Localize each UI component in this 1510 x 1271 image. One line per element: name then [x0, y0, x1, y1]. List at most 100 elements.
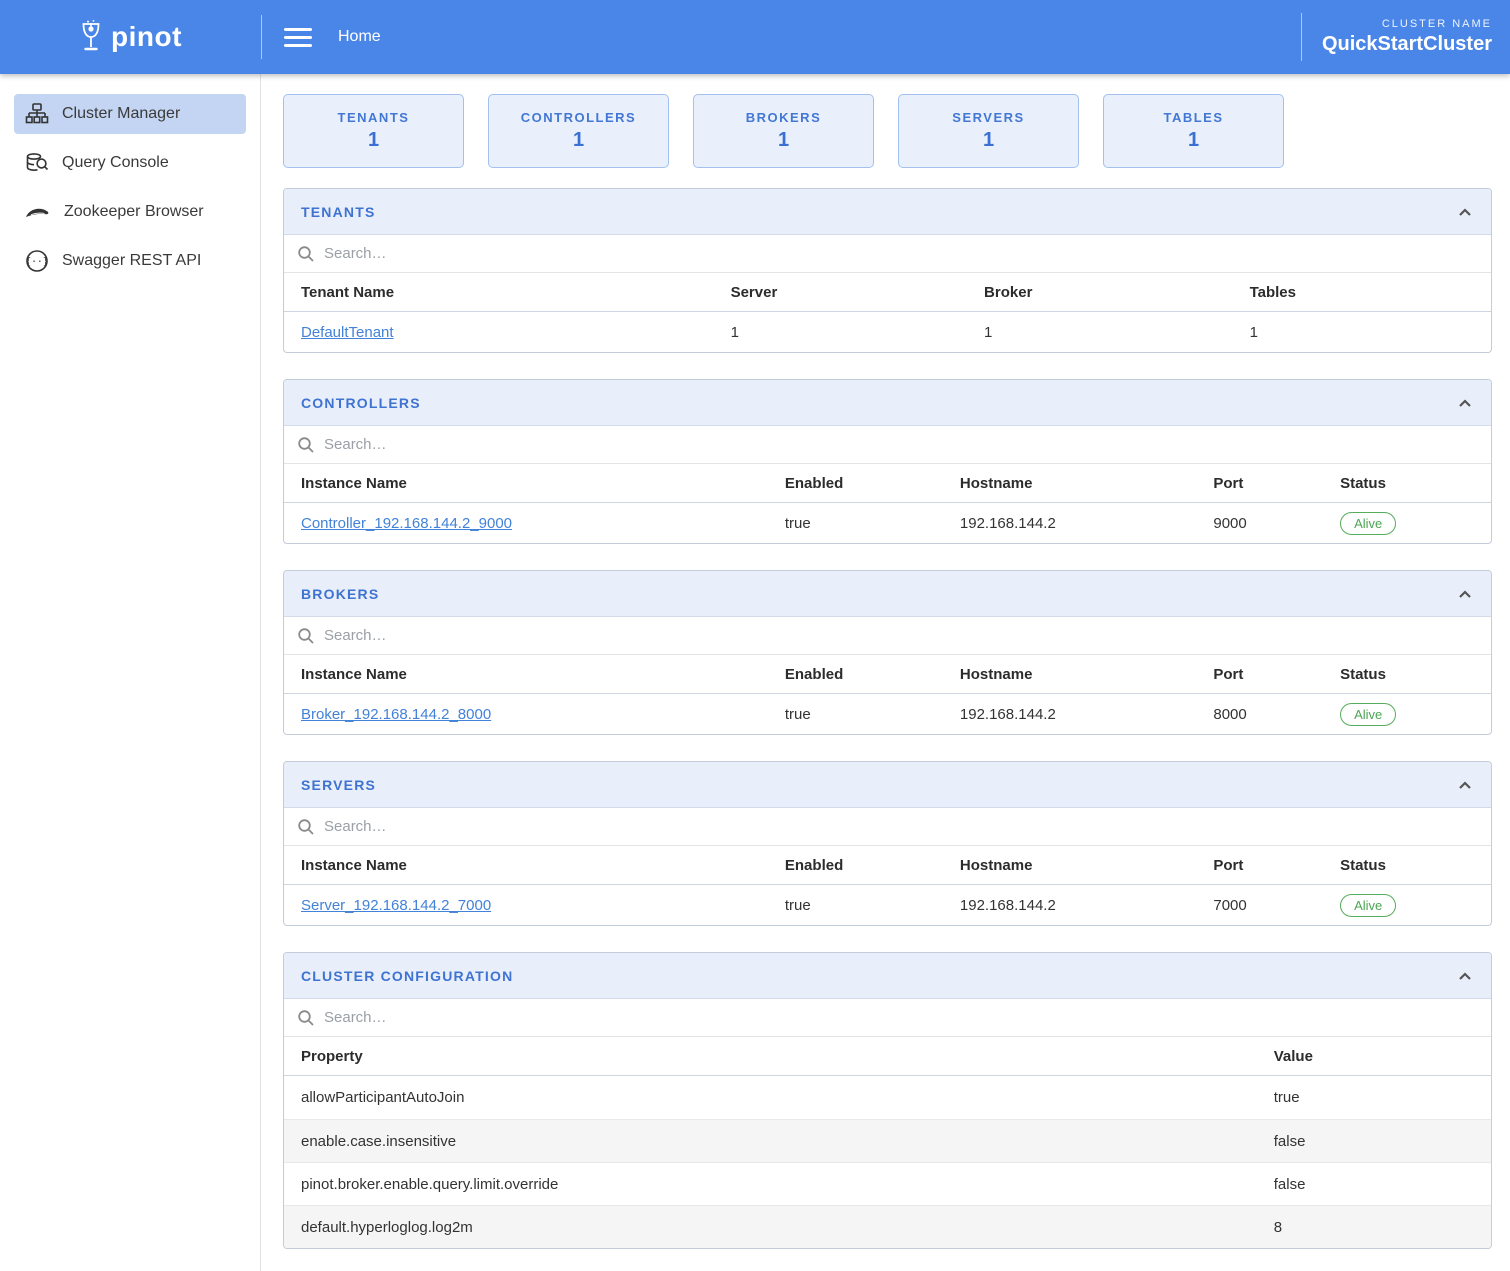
card-label: TABLES [1163, 110, 1223, 125]
collapse-chevron-icon[interactable] [1456, 778, 1474, 792]
brokers-table-header: Instance Name Enabled Hostname Port Stat… [284, 655, 1491, 694]
summary-cards: TENANTS 1 CONTROLLERS 1 BROKERS 1 SERVER… [283, 94, 1492, 168]
collapse-chevron-icon[interactable] [1456, 396, 1474, 410]
server-enabled: true [785, 897, 960, 914]
sidebar-item-label: Swagger REST API [62, 252, 201, 270]
card-value: 1 [983, 129, 994, 152]
config-value: false [1274, 1176, 1491, 1193]
column-header: Port [1213, 857, 1340, 874]
config-search-row [284, 999, 1491, 1037]
column-header: Server [731, 284, 984, 301]
section-controllers-header[interactable]: CONTROLLERS [284, 380, 1491, 426]
section-controllers: CONTROLLERS Instance Name Enabled Hostna… [283, 379, 1492, 544]
cluster-name-value: QuickStartCluster [1322, 33, 1492, 56]
search-icon [297, 627, 315, 645]
column-header: Value [1274, 1048, 1491, 1065]
sidebar-item-label: Query Console [62, 154, 169, 172]
column-header: Status [1340, 666, 1491, 683]
column-header: Instance Name [284, 857, 785, 874]
card-controllers: CONTROLLERS 1 [488, 94, 669, 168]
column-header: Hostname [960, 857, 1213, 874]
cluster-name-block: CLUSTER NAME QuickStartCluster [1302, 18, 1510, 56]
collapse-chevron-icon[interactable] [1456, 205, 1474, 219]
section-servers: SERVERS Instance Name Enabled Hostname P… [283, 761, 1492, 926]
servers-table-header: Instance Name Enabled Hostname Port Stat… [284, 846, 1491, 885]
tenants-table-header: Tenant Name Server Broker Tables [284, 273, 1491, 312]
card-value: 1 [778, 129, 789, 152]
menu-toggle-icon[interactable] [284, 28, 312, 47]
sidebar-item-swagger-rest-api[interactable]: {··} Swagger REST API [14, 241, 246, 281]
sidebar-item-query-console[interactable]: Query Console [14, 143, 246, 183]
controller-port: 9000 [1213, 515, 1340, 532]
controller-hostname: 192.168.144.2 [960, 515, 1213, 532]
server-instance-link[interactable]: Server_192.168.144.2_7000 [301, 897, 491, 914]
column-header: Enabled [785, 475, 960, 492]
brokers-search-row [284, 617, 1491, 655]
swagger-icon: {··} [25, 249, 49, 273]
cluster-manager-icon [25, 102, 49, 126]
column-header: Hostname [960, 475, 1213, 492]
tenant-tables-count: 1 [1250, 324, 1491, 341]
app-header: pinot Home CLUSTER NAME QuickStartCluste… [0, 0, 1510, 74]
table-row: Broker_192.168.144.2_8000 true 192.168.1… [284, 694, 1491, 734]
config-property: pinot.broker.enable.query.limit.override [284, 1176, 1274, 1193]
section-brokers: BROKERS Instance Name Enabled Hostname P… [283, 570, 1492, 735]
broker-hostname: 192.168.144.2 [960, 706, 1213, 723]
config-value: false [1274, 1133, 1491, 1150]
config-search-input[interactable] [324, 1009, 1478, 1026]
column-header: Status [1340, 475, 1491, 492]
section-tenants-header[interactable]: TENANTS [284, 189, 1491, 235]
card-label: TENANTS [338, 110, 410, 125]
sidebar: Cluster Manager Query Console [0, 74, 261, 1271]
wine-glass-icon [79, 20, 103, 54]
section-title: BROKERS [301, 586, 379, 602]
section-title: SERVERS [301, 777, 376, 793]
servers-search-input[interactable] [324, 818, 1478, 835]
controllers-table-header: Instance Name Enabled Hostname Port Stat… [284, 464, 1491, 503]
column-header: Instance Name [284, 475, 785, 492]
column-header: Hostname [960, 666, 1213, 683]
nav-home[interactable]: Home [338, 28, 381, 46]
pinot-logo[interactable]: pinot [0, 0, 261, 74]
card-servers: SERVERS 1 [898, 94, 1079, 168]
cluster-name-label: CLUSTER NAME [1322, 18, 1492, 30]
table-row: allowParticipantAutoJoin true [284, 1076, 1491, 1119]
controllers-search-input[interactable] [324, 436, 1478, 453]
table-row: enable.case.insensitive false [284, 1119, 1491, 1162]
section-brokers-header[interactable]: BROKERS [284, 571, 1491, 617]
column-header: Tenant Name [284, 284, 731, 301]
tenant-link[interactable]: DefaultTenant [301, 324, 394, 341]
tenant-broker-count: 1 [984, 324, 1250, 341]
config-property: allowParticipantAutoJoin [284, 1089, 1274, 1106]
column-header: Broker [984, 284, 1250, 301]
tenant-server-count: 1 [731, 324, 984, 341]
zookeeper-icon [25, 200, 51, 224]
main-content: TENANTS 1 CONTROLLERS 1 BROKERS 1 SERVER… [261, 74, 1510, 1271]
table-row: pinot.broker.enable.query.limit.override… [284, 1162, 1491, 1205]
section-servers-header[interactable]: SERVERS [284, 762, 1491, 808]
controller-instance-link[interactable]: Controller_192.168.144.2_9000 [301, 515, 512, 532]
column-header: Port [1213, 475, 1340, 492]
svg-text:{··}: {··} [26, 256, 49, 267]
sidebar-item-cluster-manager[interactable]: Cluster Manager [14, 94, 246, 134]
broker-enabled: true [785, 706, 960, 723]
column-header: Status [1340, 857, 1491, 874]
collapse-chevron-icon[interactable] [1456, 969, 1474, 983]
sidebar-item-zookeeper-browser[interactable]: Zookeeper Browser [14, 192, 246, 232]
section-cluster-configuration-header[interactable]: CLUSTER CONFIGURATION [284, 953, 1491, 999]
status-badge: Alive [1340, 703, 1396, 726]
search-icon [297, 1009, 315, 1027]
query-console-icon [25, 151, 49, 175]
column-header: Tables [1250, 284, 1491, 301]
status-badge: Alive [1340, 512, 1396, 535]
broker-instance-link[interactable]: Broker_192.168.144.2_8000 [301, 706, 491, 723]
sidebar-item-label: Zookeeper Browser [64, 203, 204, 221]
section-cluster-configuration: CLUSTER CONFIGURATION Property Value all… [283, 952, 1492, 1249]
brokers-search-input[interactable] [324, 627, 1478, 644]
config-property: default.hyperloglog.log2m [284, 1219, 1274, 1236]
tenants-search-input[interactable] [324, 245, 1478, 262]
brand-text: pinot [111, 21, 182, 53]
collapse-chevron-icon[interactable] [1456, 587, 1474, 601]
server-port: 7000 [1213, 897, 1340, 914]
tenants-search-row [284, 235, 1491, 273]
